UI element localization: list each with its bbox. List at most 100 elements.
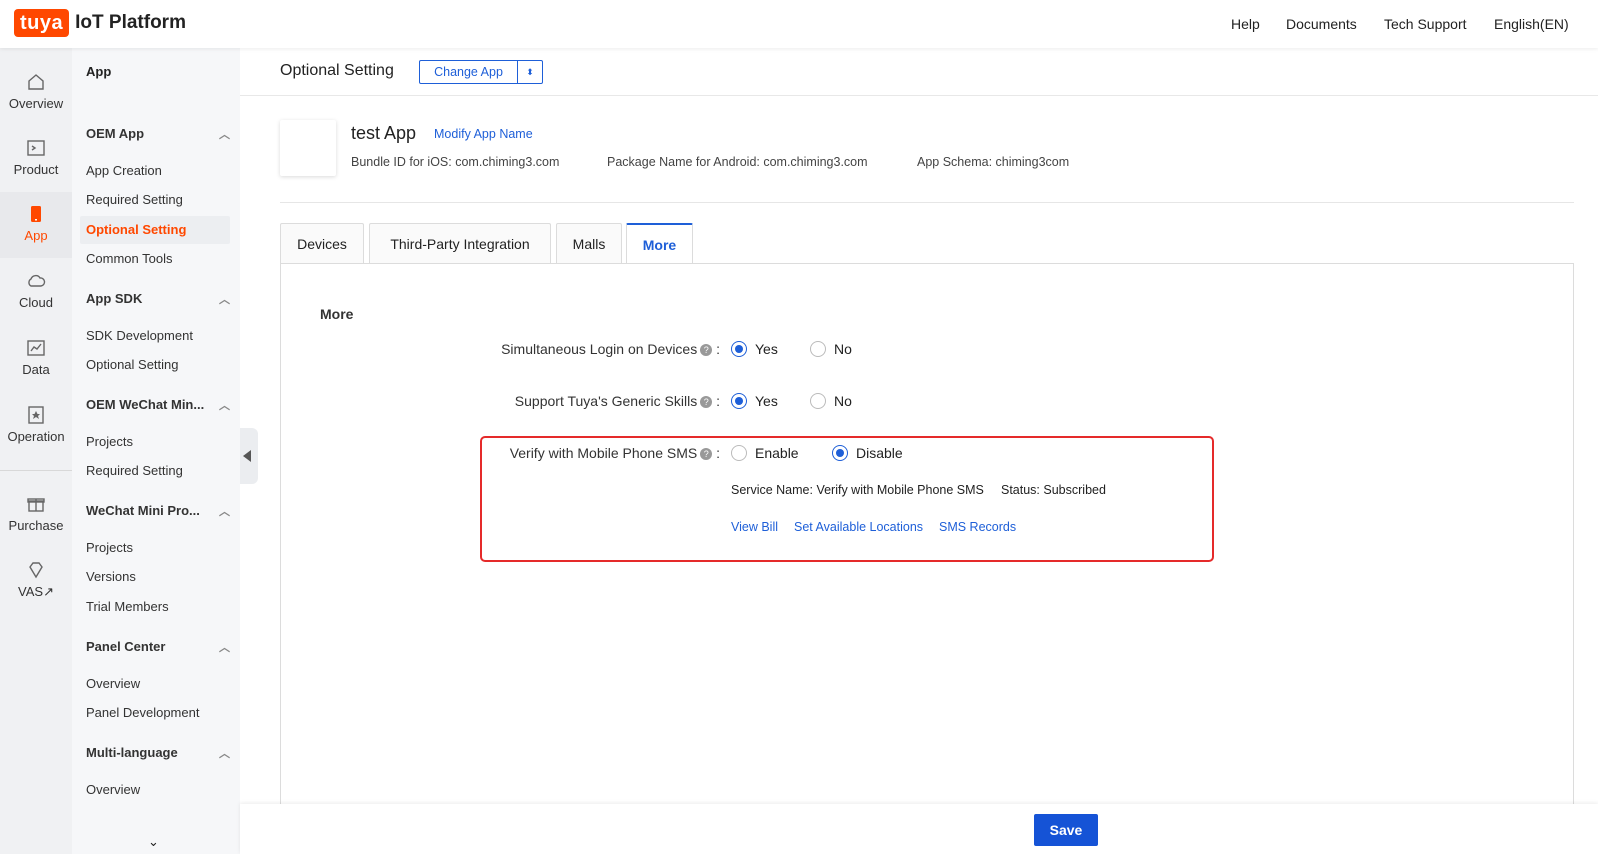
subnav-group-multi-language[interactable]: Multi-language ︿ [86,745,236,760]
cloud-icon [28,274,46,287]
subnav-group-panel-center[interactable]: Panel Center ︿ [86,639,236,654]
rail-label: App [24,228,48,243]
change-app-select[interactable]: Change App ⬍ [419,60,543,84]
tab-malls[interactable]: Malls [556,223,622,263]
help-icon[interactable]: ? [700,344,713,356]
label-text: Verify with Mobile Phone SMS [509,445,698,461]
badge-icon [28,406,44,424]
subnav-item-mini-projects[interactable]: Projects [80,534,230,562]
gift-icon [27,498,45,512]
sub-nav: App OEM App ︿ App Creation Required Setti… [72,48,240,854]
rail-item-app[interactable]: App [0,192,72,258]
chevron-down-icon[interactable]: ⌄ [148,834,159,850]
subnav-group-wechat-mini[interactable]: WeChat Mini Pro... ︿ [86,503,236,518]
rail-item-vas[interactable]: VAS↗ [0,548,72,614]
rail-label: Product [13,162,59,177]
label-text: Support Tuya's Generic Skills [514,393,698,409]
radio-label: Yes [755,341,778,357]
rail-label: Overview [8,96,64,111]
platform-name: IoT Platform [75,12,186,33]
phone-icon [31,206,41,222]
radio-checked-icon [832,445,848,461]
sms-enable-radio[interactable]: Enable [731,445,799,461]
modify-app-name-link[interactable]: Modify App Name [434,127,533,141]
subnav-item-language-overview[interactable]: Overview [80,776,230,804]
rail-label: Operation [7,429,65,444]
subnav-item-required-setting[interactable]: Required Setting [80,186,230,214]
subnav-item-app-creation[interactable]: App Creation [80,157,230,185]
topnav-help[interactable]: Help [1231,16,1260,32]
subnav-item-versions[interactable]: Versions [80,563,230,591]
topnav-documents[interactable]: Documents [1286,16,1357,32]
divider [280,202,1574,203]
external-link-icon: ↗ [43,584,54,599]
language-selector[interactable]: English(EN) [1494,16,1569,32]
subnav-item-optional-setting[interactable]: Optional Setting [80,216,230,244]
help-icon[interactable]: ? [700,448,713,460]
skills-yes-radio[interactable]: Yes [731,393,778,409]
rail-item-cloud[interactable]: Cloud [0,259,72,325]
top-bar: tuya IoT Platform Help Documents Tech Su… [0,0,1598,48]
radio-label: Enable [755,445,799,461]
package-name-android: Package Name for Android: com.chiming3.c… [607,155,868,169]
skills-no-radio[interactable]: No [810,393,852,409]
subnav-item-panel-development[interactable]: Panel Development [80,699,230,727]
chart-icon [27,340,45,356]
app-icon [280,120,336,176]
radio-unchecked-icon [731,445,747,461]
subnav-item-panel-overview[interactable]: Overview [80,670,230,698]
subnav-item-sdk-optional-setting[interactable]: Optional Setting [80,351,230,379]
save-button[interactable]: Save [1034,814,1098,846]
radio-label: No [834,341,852,357]
subnav-item-trial-members[interactable]: Trial Members [80,593,230,621]
login-no-radio[interactable]: No [810,341,852,357]
rail-item-overview[interactable]: Overview [0,60,72,126]
subnav-header: App [86,64,112,79]
app-schema: App Schema: chiming3com [917,155,1070,169]
sms-disable-radio[interactable]: Disable [832,445,903,461]
rail-label: VAS [18,584,44,599]
subnav-group-oem-app[interactable]: OEM App ︿ [86,126,236,141]
sms-verify-label: Verify with Mobile Phone SMS? : [290,445,720,461]
generic-skills-label: Support Tuya's Generic Skills? : [290,393,720,409]
chevron-up-icon: ︿ [219,400,230,412]
rail-item-product[interactable]: Product [0,126,72,192]
subnav-item-common-tools[interactable]: Common Tools [80,245,230,273]
tab-more[interactable]: More [626,223,693,264]
subnav-item-wechat-required-setting[interactable]: Required Setting [80,457,230,485]
service-name: Service Name: Verify with Mobile Phone S… [731,483,984,497]
subnav-group-app-sdk[interactable]: App SDK ︿ [86,291,236,306]
group-title: OEM WeChat Min... [86,397,205,412]
login-yes-radio[interactable]: Yes [731,341,778,357]
subnav-group-oem-wechat[interactable]: OEM WeChat Min... ︿ [86,397,236,412]
page-title: Optional Setting [280,62,394,79]
tab-third-party-integration[interactable]: Third-Party Integration [369,223,551,263]
tab-devices[interactable]: Devices [280,223,364,263]
chevron-up-icon: ︿ [219,129,230,141]
sms-records-link[interactable]: SMS Records [939,520,1016,534]
label-colon: : [716,393,720,409]
section-title: More [320,306,354,322]
terminal-icon [27,140,45,156]
view-bill-link[interactable]: View Bill [731,520,778,534]
radio-label: No [834,393,852,409]
simultaneous-login-label: Simultaneous Login on Devices? : [290,341,720,357]
help-icon[interactable]: ? [700,396,713,408]
rail-item-data[interactable]: Data [0,326,72,392]
logo[interactable]: tuya IoT Platform [14,9,186,37]
rail-item-purchase[interactable]: Purchase [0,482,72,548]
set-available-locations-link[interactable]: Set Available Locations [794,520,923,534]
label-colon: : [716,341,720,357]
collapse-sidebar-button[interactable] [240,428,258,484]
topnav-tech-support[interactable]: Tech Support [1384,16,1467,32]
group-title: Multi-language [86,745,178,760]
rail-divider [0,470,72,471]
page-header: Optional Setting Change App ⬍ [240,48,1598,96]
subnav-item-sdk-development[interactable]: SDK Development [80,322,230,350]
subnav-item-projects[interactable]: Projects [80,428,230,456]
rail-item-operation[interactable]: Operation [0,393,72,459]
group-title: OEM App [86,126,145,141]
group-title: App SDK [86,291,143,306]
radio-checked-icon [731,393,747,409]
tuya-logo: tuya [14,9,70,37]
